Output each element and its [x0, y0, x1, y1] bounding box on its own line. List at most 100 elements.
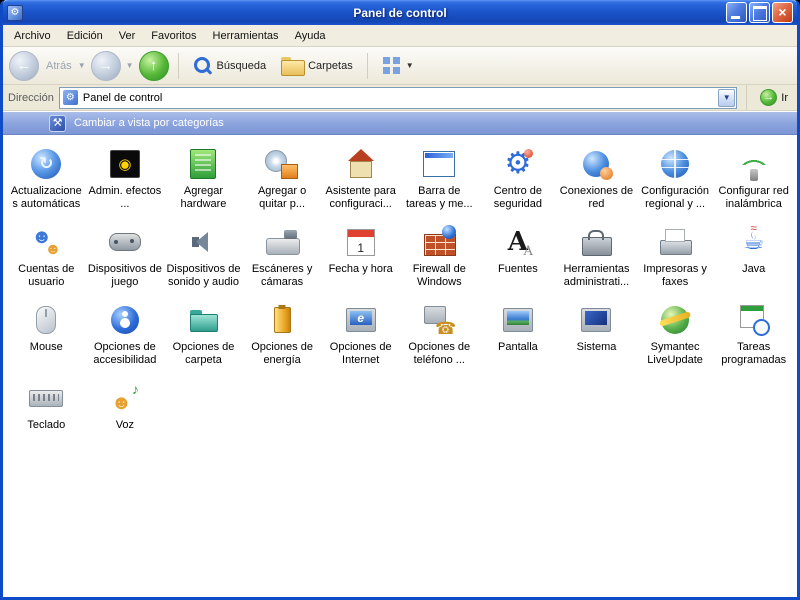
control-panel-item-label: Tareas programadas: [717, 341, 791, 367]
folder-options-icon: [185, 303, 221, 337]
category-view-icon: ⚒: [49, 115, 66, 132]
control-panel-item-dispositivos-de-juego[interactable]: Dispositivos de juego: [86, 225, 165, 289]
control-panel-item-pantalla[interactable]: Pantalla: [479, 303, 558, 367]
control-panel-item-opciones-de-telefono[interactable]: Opciones de teléfono ...: [400, 303, 479, 367]
search-button[interactable]: Búsqueda: [188, 52, 272, 79]
forward-dropdown-chevron-icon[interactable]: ▼: [126, 61, 134, 70]
switch-to-category-view-link[interactable]: Cambiar a vista por categorías: [74, 117, 224, 129]
maximize-button[interactable]: [749, 2, 770, 23]
fonts-icon: [500, 225, 536, 259]
menu-ayuda[interactable]: Ayuda: [287, 27, 334, 45]
control-panel-item-impresoras-y-faxes[interactable]: Impresoras y faxes: [636, 225, 715, 289]
control-panel-item-escaneres-y-camaras[interactable]: Escáneres y cámaras: [243, 225, 322, 289]
control-panel-item-actualizaciones-automaticas[interactable]: Actualizaciones automáticas: [7, 147, 86, 211]
menu-herramientas[interactable]: Herramientas: [205, 27, 287, 45]
menu-edicion[interactable]: Edición: [59, 27, 111, 45]
control-panel-item-agregar-hardware[interactable]: Agregar hardware: [164, 147, 243, 211]
admin-tools-icon: [578, 225, 614, 259]
control-panel-item-barra-de-tareas-y-me[interactable]: Barra de tareas y me...: [400, 147, 479, 211]
folders-icon: [281, 57, 303, 74]
views-icon: [382, 56, 401, 75]
control-panel-item-voz[interactable]: Voz: [86, 381, 165, 432]
control-panel-item-asistente-para-configuraci[interactable]: Asistente para configuraci...: [321, 147, 400, 211]
regional-settings-icon: [657, 147, 693, 181]
control-panel-item-opciones-de-carpeta[interactable]: Opciones de carpeta: [164, 303, 243, 367]
control-panel-item-dispositivos-de-sonido-y-audio[interactable]: Dispositivos de sonido y audio: [164, 225, 243, 289]
wireless-network-icon: [736, 147, 772, 181]
minimize-button[interactable]: [726, 2, 747, 23]
date-time-icon: [343, 225, 379, 259]
control-panel-item-opciones-de-accesibilidad[interactable]: Opciones de accesibilidad: [86, 303, 165, 367]
control-panel-item-admin-efectos[interactable]: Admin. efectos ...: [86, 147, 165, 211]
window-controls: [726, 2, 793, 23]
control-panel-item-firewall-de-windows[interactable]: Firewall de Windows: [400, 225, 479, 289]
back-dropdown-chevron-icon[interactable]: ▼: [78, 61, 86, 70]
window-title: Panel de control: [3, 6, 797, 20]
address-dropdown-button[interactable]: ▼: [718, 89, 735, 107]
control-panel-item-tareas-programadas[interactable]: Tareas programadas: [714, 303, 793, 367]
control-panel-item-label: Symantec LiveUpdate: [638, 341, 712, 367]
control-panel-item-label: Mouse: [30, 341, 63, 354]
address-value: Panel de control: [83, 92, 163, 104]
folders-button[interactable]: Carpetas: [276, 53, 358, 78]
control-panel-item-symantec-liveupdate[interactable]: Symantec LiveUpdate: [636, 303, 715, 367]
control-panel-item-label: Agregar o quitar p...: [245, 185, 319, 211]
back-button[interactable]: ←: [9, 51, 39, 81]
toolbar: ← Atrás ▼ → ▼ ↑ Búsqueda Carpetas ▼: [3, 47, 797, 85]
go-button-label: Ir: [781, 92, 788, 104]
liveupdate-icon: [657, 303, 693, 337]
menu-archivo[interactable]: Archivo: [6, 27, 59, 45]
control-panel-window: ⚙ Panel de control ArchivoEdiciónVerFavo…: [0, 0, 800, 600]
game-controllers-icon: [107, 225, 143, 259]
add-remove-programs-icon: [264, 147, 300, 181]
control-panel-item-centro-de-seguridad[interactable]: Centro de seguridad: [479, 147, 558, 211]
control-panel-item-java[interactable]: Java: [714, 225, 793, 289]
accessibility-options-icon: [107, 303, 143, 337]
main-content: Actualizaciones automáticasAdmin. efecto…: [3, 135, 797, 597]
control-panel-item-mouse[interactable]: Mouse: [7, 303, 86, 367]
control-panel-item-label: Herramientas administrati...: [559, 263, 633, 289]
control-panel-item-opciones-de-internet[interactable]: Opciones de Internet: [321, 303, 400, 367]
control-panel-item-label: Barra de tareas y me...: [402, 185, 476, 211]
icon-grid: Actualizaciones automáticasAdmin. efecto…: [3, 135, 797, 432]
up-button[interactable]: ↑: [139, 51, 169, 81]
address-input[interactable]: ⚙ Panel de control ▼: [59, 87, 737, 109]
keyboard-icon: [28, 381, 64, 415]
menu-favoritos[interactable]: Favoritos: [143, 27, 204, 45]
control-panel-item-label: Configurar red inalámbrica: [717, 185, 791, 211]
control-panel-item-label: Fuentes: [498, 263, 538, 276]
views-button[interactable]: ▼: [377, 52, 419, 79]
control-panel-item-configurar-red-inalambrica[interactable]: Configurar red inalámbrica: [714, 147, 793, 211]
control-panel-item-fecha-y-hora[interactable]: Fecha y hora: [321, 225, 400, 289]
control-panel-item-agregar-o-quitar-p[interactable]: Agregar o quitar p...: [243, 147, 322, 211]
menu-ver[interactable]: Ver: [111, 27, 144, 45]
display-icon: [500, 303, 536, 337]
mouse-icon: [28, 303, 64, 337]
control-panel-item-cuentas-de-usuario[interactable]: Cuentas de usuario: [7, 225, 86, 289]
control-panel-item-herramientas-administrati[interactable]: Herramientas administrati...: [557, 225, 636, 289]
control-panel-item-configuracion-regional-y[interactable]: Configuración regional y ...: [636, 147, 715, 211]
address-bar: Dirección ⚙ Panel de control ▼ → Ir: [3, 85, 797, 111]
control-panel-item-sistema[interactable]: Sistema: [557, 303, 636, 367]
control-panel-item-label: Asistente para configuraci...: [324, 185, 398, 211]
window-icon[interactable]: ⚙: [7, 5, 23, 21]
go-button[interactable]: → Ir: [756, 87, 792, 108]
close-button[interactable]: [772, 2, 793, 23]
control-panel-item-label: Admin. efectos ...: [88, 185, 162, 211]
taskbar-startmenu-icon: [421, 147, 457, 181]
forward-button[interactable]: →: [91, 51, 121, 81]
security-center-icon: [500, 147, 536, 181]
control-panel-item-opciones-de-energia[interactable]: Opciones de energía: [243, 303, 322, 367]
control-panel-item-label: Conexiones de red: [559, 185, 633, 211]
control-panel-item-label: Opciones de Internet: [324, 341, 398, 367]
control-panel-item-label: Voz: [116, 419, 134, 432]
audio-effects-icon: [107, 147, 143, 181]
windows-firewall-icon: [421, 225, 457, 259]
address-label: Dirección: [8, 92, 54, 104]
control-panel-item-label: Pantalla: [498, 341, 538, 354]
control-panel-item-fuentes[interactable]: Fuentes: [479, 225, 558, 289]
control-panel-item-label: Dispositivos de sonido y audio: [166, 263, 240, 289]
control-panel-item-teclado[interactable]: Teclado: [7, 381, 86, 432]
scheduled-tasks-icon: [736, 303, 772, 337]
control-panel-item-conexiones-de-red[interactable]: Conexiones de red: [557, 147, 636, 211]
